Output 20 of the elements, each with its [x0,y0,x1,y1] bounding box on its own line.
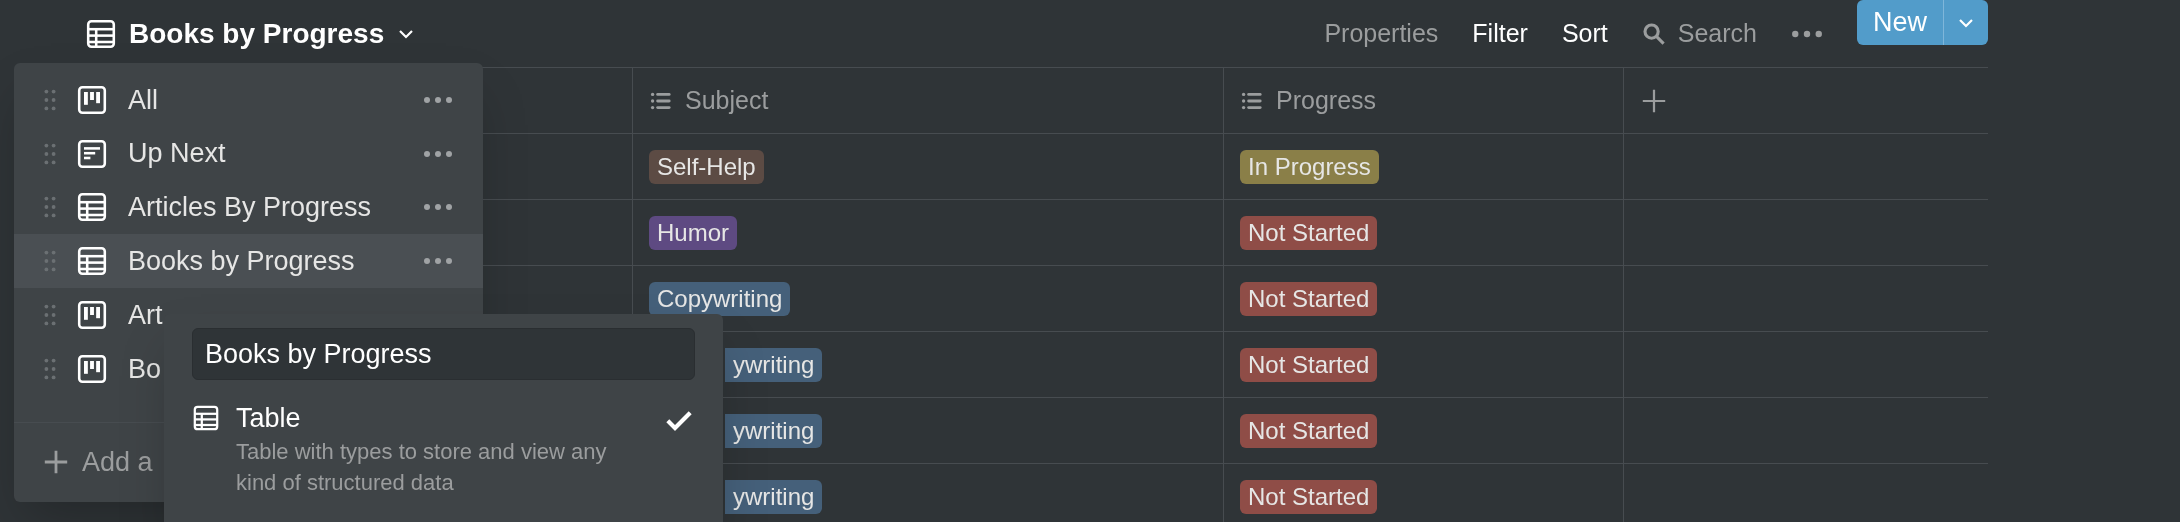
tag: Copywriting [649,281,791,316]
view-label: Bo [128,352,162,386]
tag: ywriting [725,479,823,514]
tag: Not Started [1240,479,1378,514]
tag: In Progress [1240,149,1379,184]
tag: Not Started [1240,215,1378,250]
tag: Not Started [1240,281,1378,316]
view-label: Up Next [128,137,226,171]
option-title: Table [236,402,302,435]
tag: Humor [649,215,737,250]
tag: Not Started [1240,347,1378,382]
view-label: All [128,83,158,117]
tag: ywriting [725,413,823,448]
view-label: Books by Progress [128,245,355,278]
view-label: Articles By Progress [128,191,372,225]
tag: ywriting [725,347,823,382]
tag: Not Started [1240,413,1378,448]
option-description: Table with types to store and view any kind of structured data [236,438,608,497]
tag: Self-Help [649,149,764,184]
view-label: Art [128,298,163,332]
